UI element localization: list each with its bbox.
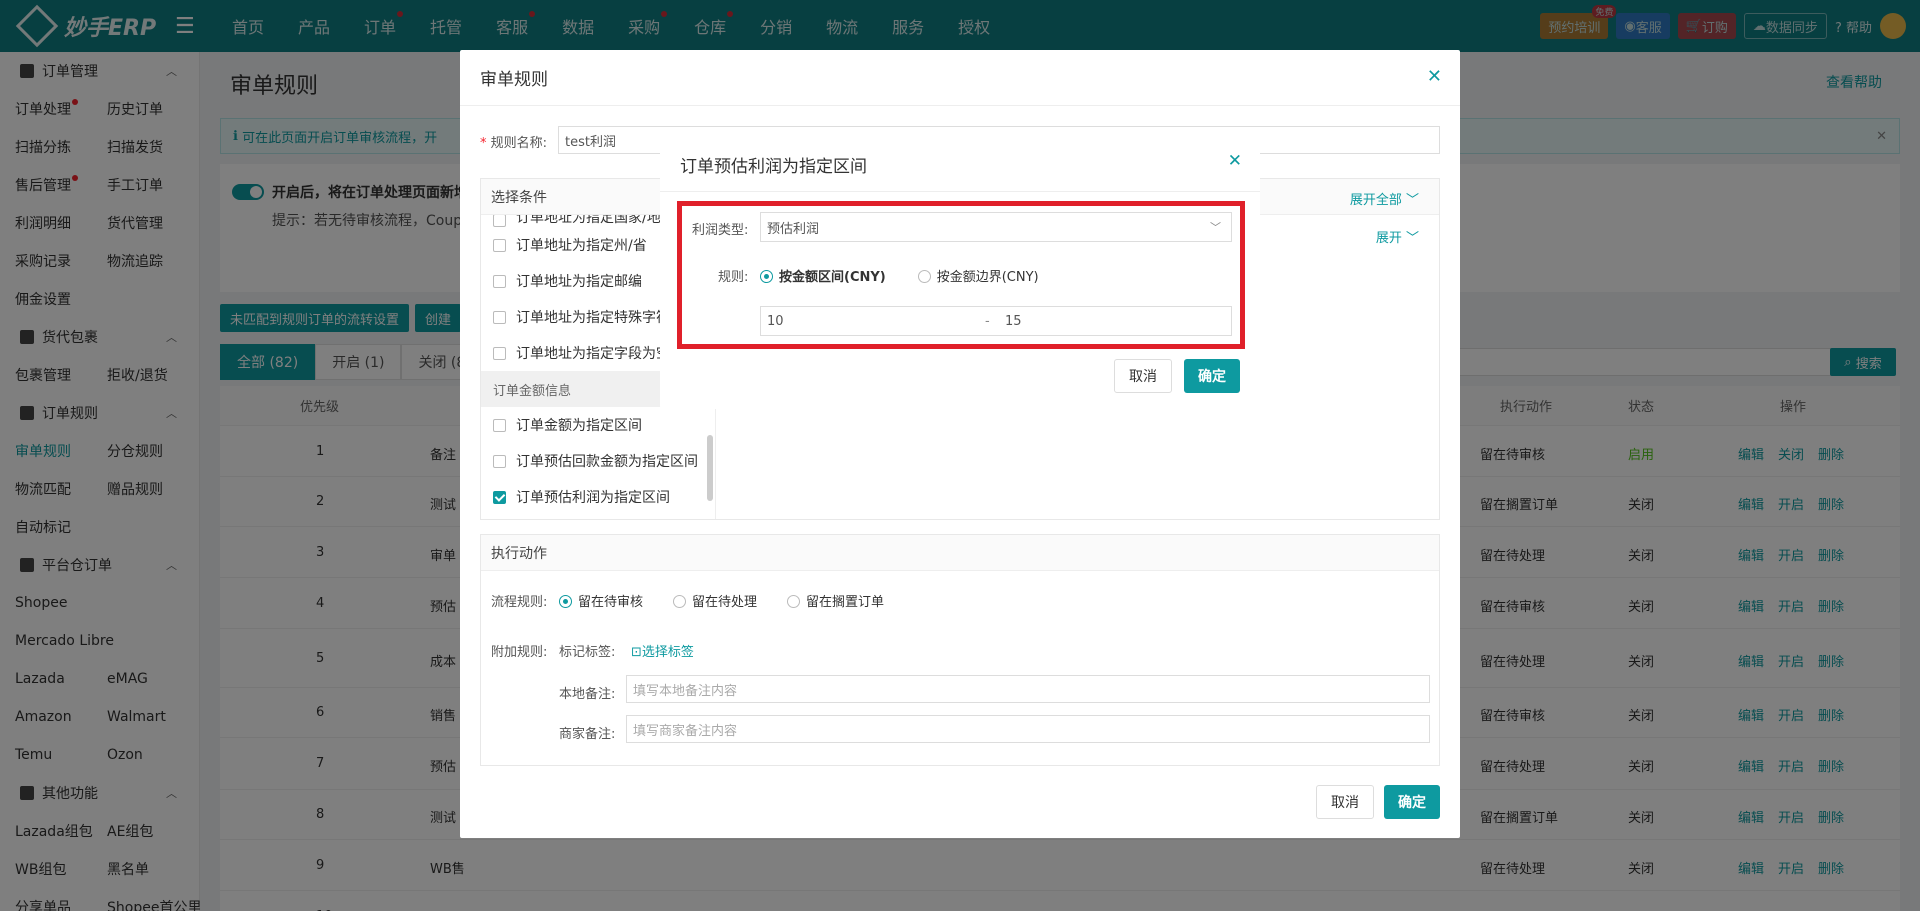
confirm-button[interactable]: 确定 [1384, 785, 1440, 819]
checkbox[interactable] [493, 346, 506, 360]
min-amount[interactable]: 10 [767, 314, 784, 329]
flow-option-hold[interactable]: 留在搁置订单 [787, 591, 884, 610]
expand-all-link[interactable]: 展开全部 ﹀ [1350, 189, 1419, 208]
condition-item-selected[interactable]: 订单预估利润为指定区间 [481, 479, 715, 515]
merchant-note-label: 商家备注: [559, 727, 616, 742]
action-panel: 执行动作 流程规则: 留在待审核 留在待处理 留在搁置订单 附加规则: 标记标签… [480, 534, 1440, 766]
rule-dialog-title: 审单规则 [460, 50, 1460, 106]
checkbox-checked[interactable] [493, 490, 506, 504]
chevron-down-icon: ﹀ [1210, 221, 1221, 234]
flow-option-review[interactable]: 留在待审核 [559, 591, 643, 610]
rule-name-label: * 规则名称: [480, 136, 548, 151]
checkbox[interactable] [493, 454, 506, 468]
cancel-button[interactable]: 取消 [1114, 359, 1172, 393]
profit-dialog-title: 订单预估利润为指定区间 [660, 137, 1260, 192]
extra-label: 附加规则: [491, 645, 548, 660]
local-note-label: 本地备注: [559, 687, 616, 702]
max-amount[interactable]: 15 [1005, 314, 1022, 329]
range-separator: - [985, 313, 990, 329]
checkbox[interactable] [493, 238, 506, 252]
flow-label: 流程规则: [491, 595, 548, 610]
flow-option-pending[interactable]: 留在待处理 [673, 591, 757, 610]
checkbox[interactable] [493, 274, 506, 288]
rule-label: 规则: [718, 270, 749, 285]
expand-link[interactable]: 展开 ﹀ [1376, 227, 1419, 246]
action-title: 执行动作 [481, 535, 1439, 571]
checkbox[interactable] [493, 418, 506, 432]
confirm-button[interactable]: 确定 [1184, 359, 1240, 393]
select-tag-link[interactable]: ⊡选择标签 [631, 641, 694, 660]
profit-type-label: 利润类型: [692, 223, 749, 238]
cancel-button[interactable]: 取消 [1316, 785, 1374, 819]
scrollbar[interactable] [707, 435, 713, 501]
local-note-input[interactable]: 填写本地备注内容 [626, 675, 1430, 703]
profit-range-dialog: 订单预估利润为指定区间 ✕ 利润类型: 预估利润 ﹀ 规则: 按金额区间(CNY)… [660, 137, 1260, 409]
profit-type-select[interactable]: 预估利润 ﹀ [760, 212, 1232, 242]
condition-item[interactable]: 订单金额为指定区间 [481, 407, 715, 443]
close-icon[interactable]: ✕ [1427, 66, 1442, 87]
close-icon[interactable]: ✕ [1228, 151, 1242, 171]
rule-option-range[interactable]: 按金额区间(CNY) [760, 266, 886, 285]
tag-icon: ⊡ [631, 645, 642, 660]
amount-range-input[interactable]: 10 - 15 [760, 306, 1232, 336]
merchant-note-input[interactable]: 填写商家备注内容 [626, 715, 1430, 743]
condition-item[interactable]: 订单预估回款金额为指定区间 [481, 443, 715, 479]
tag-label: 标记标签: [559, 645, 616, 660]
rule-option-boundary[interactable]: 按金额边界(CNY) [917, 266, 1039, 285]
checkbox[interactable] [493, 310, 506, 324]
